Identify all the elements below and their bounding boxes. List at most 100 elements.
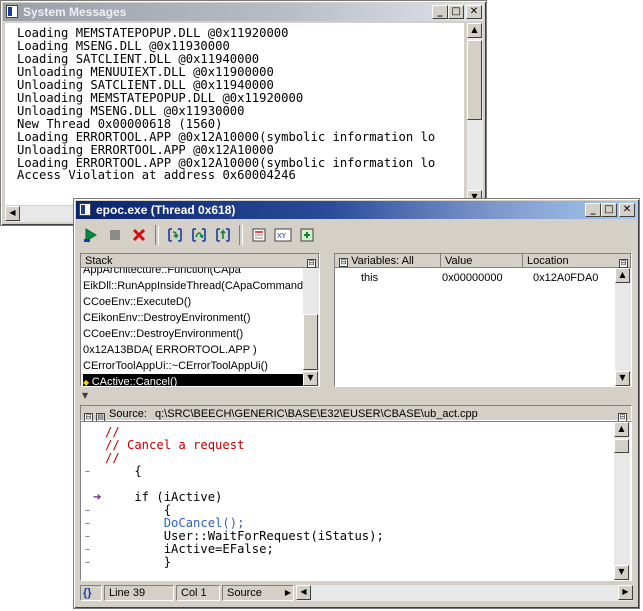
variable-location: 0x12A0FDA0 bbox=[533, 272, 599, 284]
scroll-up-icon[interactable]: ▲ bbox=[467, 23, 482, 38]
close-button[interactable]: ✕ bbox=[619, 203, 635, 217]
vertical-scrollbar[interactable]: ▲ ▼ bbox=[467, 23, 483, 205]
code-line: { bbox=[105, 464, 142, 478]
view-mode-value: Source bbox=[227, 587, 262, 599]
column-indicator: Col 1 bbox=[176, 585, 220, 601]
stack-item[interactable]: CCoeEnv::ExecuteD() bbox=[83, 294, 303, 310]
breakpoint-slot-icon[interactable]: – bbox=[85, 517, 90, 530]
value-column-header[interactable]: Value bbox=[441, 254, 523, 268]
splitter-arrow-icon[interactable]: ▼ bbox=[82, 391, 88, 400]
stack-item[interactable]: CCoeEnv::DestroyEnvironment() bbox=[83, 326, 303, 342]
scroll-down-icon[interactable]: ▼ bbox=[303, 371, 318, 386]
stack-header: Stack ⊟ bbox=[81, 254, 319, 268]
toolbar-separator bbox=[239, 225, 243, 245]
stack-item[interactable]: AppArchitecture::Function(CApa bbox=[83, 268, 303, 278]
line-indicator: Line 39 bbox=[104, 585, 174, 601]
variable-row[interactable]: this 0x00000000 0x12A0FDA0 bbox=[335, 270, 615, 286]
breakpoint-slot-icon[interactable]: – bbox=[85, 504, 90, 517]
current-frame-icon: ◆ bbox=[83, 378, 92, 386]
stack-item-label: CCoeEnv::DestroyEnvironment() bbox=[83, 328, 244, 340]
breakpoint-slot-icon[interactable]: – bbox=[85, 465, 90, 478]
run-icon[interactable] bbox=[80, 224, 102, 246]
scroll-up-icon[interactable]: ▲ bbox=[615, 268, 630, 283]
stack-vertical-scrollbar[interactable]: ▼ bbox=[303, 268, 319, 386]
stack-header-label: Stack bbox=[85, 255, 113, 267]
scroll-left-icon[interactable]: ◀ bbox=[5, 206, 20, 221]
stack-item-selected[interactable]: ◆ CActive::Cancel() bbox=[83, 374, 303, 386]
stack-item-label: CEikonEnv::DestroyEnvironment() bbox=[83, 312, 251, 324]
scroll-right-icon[interactable]: ▶ bbox=[618, 585, 633, 600]
toolbar-separator bbox=[155, 225, 159, 245]
step-over-icon[interactable] bbox=[188, 224, 210, 246]
source-path: q:\SRC\BEECH\GENERIC\BASE\E32\EUSER\CBAS… bbox=[155, 408, 478, 420]
code-line: } bbox=[105, 555, 172, 569]
collapse-icon[interactable]: ⊟ bbox=[339, 255, 348, 267]
debugger-titlebar[interactable]: epoc.exe (Thread 0x618) _ □ ✕ bbox=[76, 201, 637, 219]
window-title: System Messages bbox=[23, 5, 127, 19]
status-bar: {} Line 39 Col 1 Source ▶ ◀ ▶ bbox=[80, 585, 633, 601]
source-code[interactable]: //// Cancel a request// { if (iActive) {… bbox=[105, 422, 613, 580]
log-line: Unloading MSENG.DLL @0x11930000 bbox=[17, 103, 245, 118]
scroll-down-icon[interactable]: ▼ bbox=[615, 371, 630, 386]
source-gutter[interactable]: – ➔ – – – – – bbox=[81, 422, 105, 580]
source-vertical-scrollbar[interactable]: ▲ ▼ bbox=[614, 422, 630, 580]
step-out-icon[interactable] bbox=[212, 224, 234, 246]
source-horizontal-scrollbar[interactable]: ◀ ▶ bbox=[296, 585, 633, 601]
stack-item[interactable]: 0x12A13BDA( ERRORTOOL.APP ) bbox=[83, 342, 303, 358]
scroll-thumb[interactable] bbox=[303, 314, 318, 370]
stack-list[interactable]: AppArchitecture::Function(CApa EikDll::Ru… bbox=[81, 268, 303, 386]
stack-item[interactable]: CEikonEnv::DestroyEnvironment() bbox=[83, 310, 303, 326]
log-line: Loading ERRORTOOL.APP @0x12A10000(symbol… bbox=[17, 129, 436, 144]
variables-header[interactable]: ⊟ Variables: All bbox=[335, 254, 441, 268]
pane-menu-icon[interactable]: ⊟ bbox=[619, 255, 628, 269]
variable-name: this bbox=[361, 272, 379, 284]
kill-icon[interactable] bbox=[128, 224, 150, 246]
window-icon bbox=[79, 203, 91, 216]
stack-item-label: CActive::Cancel() bbox=[91, 376, 178, 386]
log-line: Loading MSENG.DLL @0x11930000 bbox=[17, 38, 230, 53]
system-messages-titlebar[interactable]: System Messages _ □ ✕ bbox=[3, 3, 484, 21]
pane-menu-icon[interactable]: ⊟ bbox=[307, 255, 316, 269]
scroll-thumb[interactable] bbox=[467, 40, 482, 120]
breakpoint-slot-icon[interactable]: – bbox=[85, 556, 90, 569]
scroll-left-icon[interactable]: ◀ bbox=[296, 585, 311, 600]
stop-icon[interactable] bbox=[104, 224, 126, 246]
log-line: New Thread 0x00000618 (1560) bbox=[17, 116, 223, 131]
stack-pane: Stack ⊟ AppArchitecture::Function(CApa Ei… bbox=[80, 253, 320, 387]
view-mode-select[interactable]: Source ▶ bbox=[222, 585, 294, 601]
dropdown-arrow-icon[interactable]: ▶ bbox=[285, 586, 291, 600]
source-pane: – ➔ – – – – – //// Cancel a request// { if (iA… bbox=[80, 421, 632, 581]
log-line: Unloading ERRORTOOL.APP @0x12A10000 bbox=[17, 142, 274, 157]
maximize-button[interactable]: □ bbox=[601, 203, 617, 217]
debug-toolbar: XY bbox=[80, 223, 318, 247]
location-column-header[interactable]: Location bbox=[523, 254, 631, 268]
stack-item-label: 0x12A13BDA( ERRORTOOL.APP ) bbox=[83, 344, 257, 356]
log-line: Loading SATCLIENT.DLL @0x11940000 bbox=[17, 51, 260, 66]
step-into-icon[interactable] bbox=[164, 224, 186, 246]
breakpoint-slot-icon[interactable]: – bbox=[85, 543, 90, 556]
window-title: epoc.exe (Thread 0x618) bbox=[96, 203, 236, 217]
memory-icon[interactable] bbox=[296, 224, 318, 246]
scroll-thumb[interactable] bbox=[614, 439, 629, 453]
window-icon bbox=[6, 5, 18, 18]
source-mode-icon[interactable]: {} bbox=[80, 585, 102, 601]
breakpoint-icon[interactable] bbox=[248, 224, 270, 246]
close-button[interactable]: ✕ bbox=[466, 5, 482, 19]
variables-vertical-scrollbar[interactable]: ▲ ▼ bbox=[615, 268, 631, 386]
svg-text:XY: XY bbox=[277, 232, 287, 240]
source-header-bar: ⊟ ▤ Source: q:\SRC\BEECH\GENERIC\BASE\E3… bbox=[80, 405, 632, 422]
code-line: // Cancel a request bbox=[105, 438, 245, 452]
variable-value: 0x00000000 bbox=[442, 272, 503, 284]
minimize-button[interactable]: _ bbox=[432, 5, 448, 19]
breakpoint-slot-icon[interactable]: – bbox=[85, 530, 90, 543]
log-line: Unloading SATCLIENT.DLL @0x11940000 bbox=[17, 77, 274, 92]
scroll-up-icon[interactable]: ▲ bbox=[614, 422, 629, 437]
minimize-button[interactable]: _ bbox=[585, 203, 601, 217]
stack-item[interactable]: EikDll::RunAppInsideThread(CApaCommand..… bbox=[83, 278, 303, 294]
log-line: Loading MEMSTATEPOPUP.DLL @0x11920000 bbox=[17, 26, 289, 40]
stack-item[interactable]: CErrorToolAppUi::~CErrorToolAppUi() bbox=[83, 358, 303, 374]
scroll-down-icon[interactable]: ▼ bbox=[614, 565, 629, 580]
registers-icon[interactable]: XY bbox=[272, 224, 294, 246]
system-messages-log: Loading MEMSTATEPOPUP.DLL @0x11920000 Loa… bbox=[5, 23, 464, 205]
maximize-button[interactable]: □ bbox=[448, 5, 464, 19]
